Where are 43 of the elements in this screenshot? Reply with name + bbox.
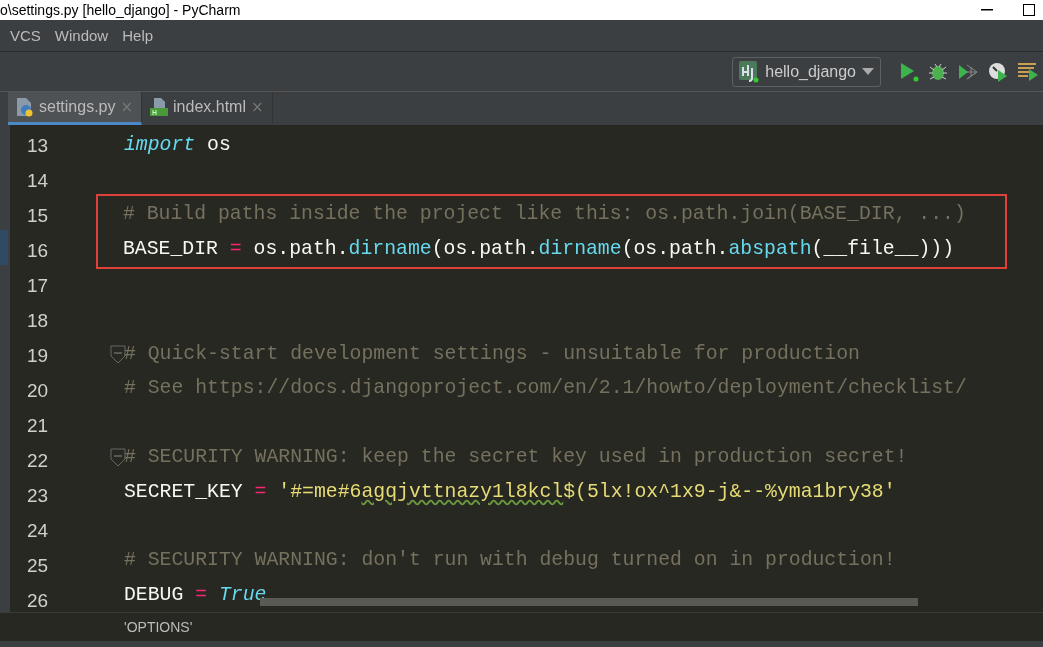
line-number: 21 — [25, 414, 50, 438]
line-number: 19 — [25, 344, 50, 368]
line-number: 25 — [25, 554, 50, 578]
menu-item[interactable]: VCS — [10, 27, 41, 44]
line-number: 20 — [25, 379, 50, 403]
html-file-icon — [150, 97, 169, 117]
caret-icon — [862, 67, 874, 76]
code-line: # SECURITY WARNING: don't run with debug turned on in production! — [124, 549, 896, 572]
play-icon[interactable] — [899, 60, 919, 83]
breadcrumb[interactable]: 'OPTIONS' — [124, 619, 193, 635]
code-line: BASE_DIR = os.path.dirname(os.path.dirname(os.path.abspath(__file__))) — [123, 238, 955, 261]
fold-icon[interactable] — [110, 447, 126, 468]
line-number: 26 — [25, 589, 50, 612]
menu-item[interactable]: Help — [122, 27, 154, 44]
code-line: DEBUG = True — [124, 583, 267, 606]
minimize-icon[interactable] — [981, 9, 993, 11]
code-line: # Quick-start development settings - unsuitable for production — [124, 342, 860, 365]
profiler-icon[interactable] — [987, 60, 1009, 83]
line-number: 23 — [25, 484, 50, 508]
python-file-icon — [16, 97, 34, 117]
code-line: import os — [124, 134, 231, 157]
fold-icon[interactable] — [110, 344, 126, 365]
line-number: 13 — [25, 134, 50, 158]
code-line: # Build paths inside the project like this: os.path.join(BASE_DIR, ...) — [123, 203, 966, 226]
window-title: o\settings.py [hello_django] - PyCharm — [0, 2, 241, 18]
code-line: SECRET_KEY = '#=me#6agqjvttnazy1l8kcl$(5lx!ox^1x9-j&--%yma1bry38' — [124, 480, 896, 503]
caret-row-marker — [0, 230, 8, 265]
django-icon — [739, 60, 760, 83]
editor-tab[interactable]: settings.py × — [8, 92, 143, 125]
run-config-dropdown[interactable]: hello_django — [732, 56, 881, 87]
line-number: 15 — [25, 204, 50, 228]
maximize-icon[interactable] — [1023, 4, 1035, 16]
menu-item[interactable]: Window — [54, 27, 109, 44]
code-line: # SECURITY WARNING: keep the secret key used in production secret! — [124, 446, 908, 469]
code-line: # See https://docs.djangoproject.com/en/2.1/howto/deployment/checklist/ — [124, 377, 967, 400]
line-number: 24 — [25, 519, 50, 543]
line-number: 18 — [25, 309, 50, 333]
line-number: 14 — [25, 169, 50, 193]
run-list-icon[interactable] — [1017, 60, 1039, 83]
line-number: 17 — [25, 274, 50, 298]
scrollbar-thumb[interactable] — [260, 598, 918, 606]
line-number: 22 — [25, 449, 50, 473]
line-number: 16 — [25, 239, 50, 263]
